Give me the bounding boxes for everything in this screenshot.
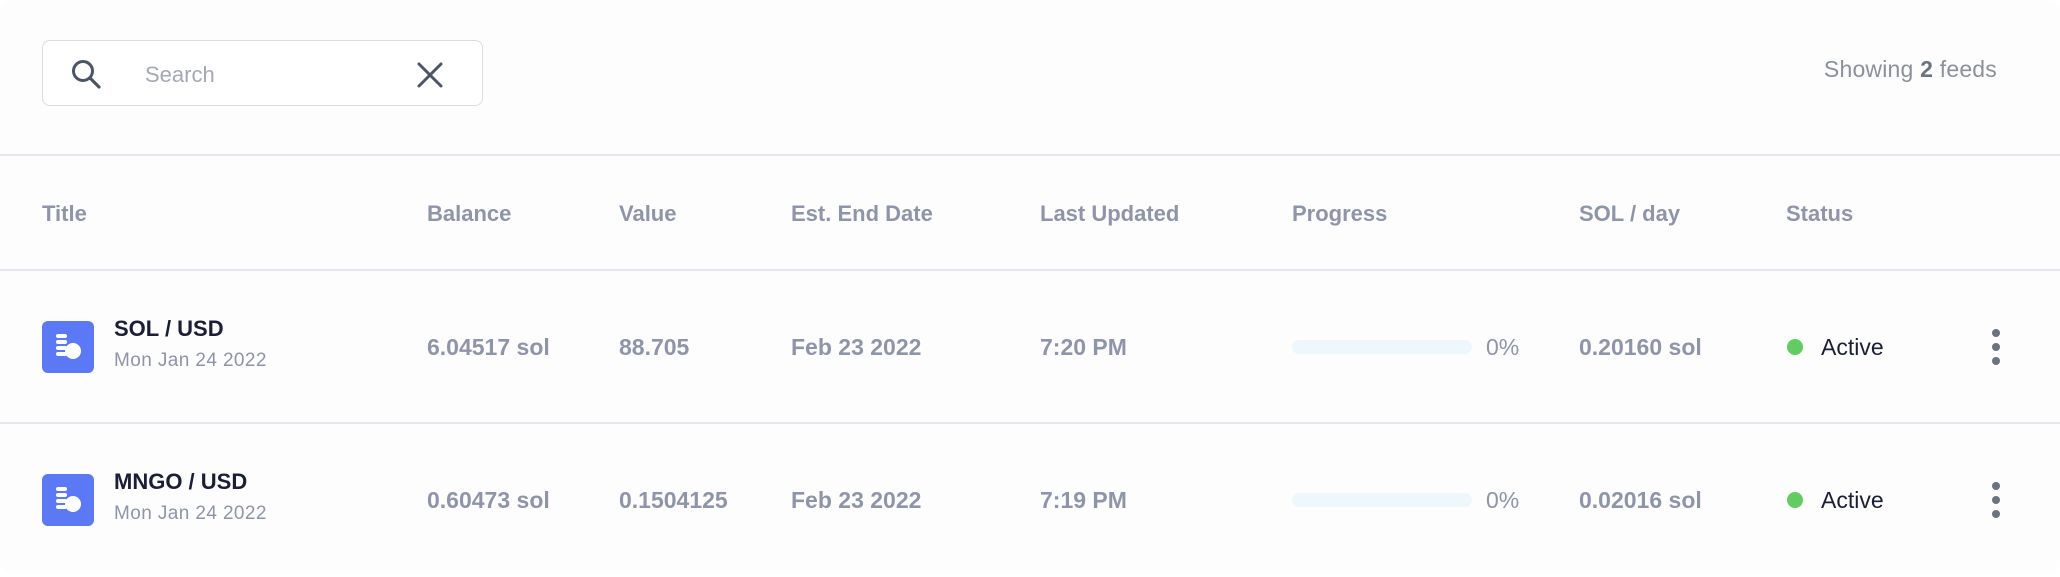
feed-last-updated: 7:19 PM xyxy=(1040,487,1127,513)
feed-icon xyxy=(42,321,94,373)
column-value[interactable]: Value xyxy=(619,201,676,227)
coins-icon xyxy=(56,334,81,359)
search-box[interactable] xyxy=(42,40,483,106)
feed-icon xyxy=(42,474,94,526)
progress-label: 0% xyxy=(1486,487,1520,513)
feed-end-date: Feb 23 2022 xyxy=(791,487,922,513)
column-end-date[interactable]: Est. End Date xyxy=(791,201,933,227)
feed-value: 88.705 xyxy=(619,334,690,360)
more-vertical-icon[interactable] xyxy=(1982,482,2010,518)
status-badge: Active xyxy=(1821,334,1884,360)
progress-bar xyxy=(1292,493,1472,507)
more-vertical-icon[interactable] xyxy=(1982,329,2010,365)
column-progress[interactable]: Progress xyxy=(1292,201,1387,227)
feed-created-date: Mon Jan 24 2022 xyxy=(114,503,267,524)
table-header: Title Balance Value Est. End Date Last U… xyxy=(0,156,2060,271)
status-badge: Active xyxy=(1821,487,1884,513)
column-status[interactable]: Status xyxy=(1786,201,1853,227)
feed-sol-per-day: 0.20160 sol xyxy=(1579,334,1702,360)
feed-end-date: Feb 23 2022 xyxy=(791,334,922,360)
toolbar: Showing 2 feeds xyxy=(0,0,2060,156)
summary-count: 2 xyxy=(1920,56,1934,82)
feed-value: 0.1504125 xyxy=(619,487,728,513)
feed-created-date: Mon Jan 24 2022 xyxy=(114,350,267,371)
coins-icon xyxy=(56,487,81,512)
progress-bar xyxy=(1292,340,1472,354)
summary-suffix: feeds xyxy=(1939,56,1997,82)
column-balance[interactable]: Balance xyxy=(427,201,511,227)
status-dot xyxy=(1787,492,1803,508)
feed-count-summary: Showing 2 feeds xyxy=(1824,56,1997,83)
table-row[interactable]: MNGO / USD Mon Jan 24 2022 0.60473 sol 0… xyxy=(0,424,2060,577)
search-input[interactable] xyxy=(143,55,427,95)
status-dot xyxy=(1787,339,1803,355)
table-row[interactable]: SOL / USD Mon Jan 24 2022 6.04517 sol 88… xyxy=(0,271,2060,424)
feed-title[interactable]: SOL / USD xyxy=(114,316,224,342)
feed-sol-per-day: 0.02016 sol xyxy=(1579,487,1702,513)
feed-last-updated: 7:20 PM xyxy=(1040,334,1127,360)
clear-icon[interactable] xyxy=(415,60,445,90)
feed-balance: 0.60473 sol xyxy=(427,487,550,513)
column-sol-per-day[interactable]: SOL / day xyxy=(1579,201,1680,227)
feed-balance: 6.04517 sol xyxy=(427,334,550,360)
feed-title[interactable]: MNGO / USD xyxy=(114,469,247,495)
search-icon xyxy=(72,60,101,89)
summary-prefix: Showing xyxy=(1823,56,1914,82)
progress-label: 0% xyxy=(1486,334,1520,360)
feeds-panel: Showing 2 feeds Title Balance Value Est.… xyxy=(0,0,2060,573)
column-last-updated[interactable]: Last Updated xyxy=(1040,201,1179,227)
column-title[interactable]: Title xyxy=(42,201,87,227)
